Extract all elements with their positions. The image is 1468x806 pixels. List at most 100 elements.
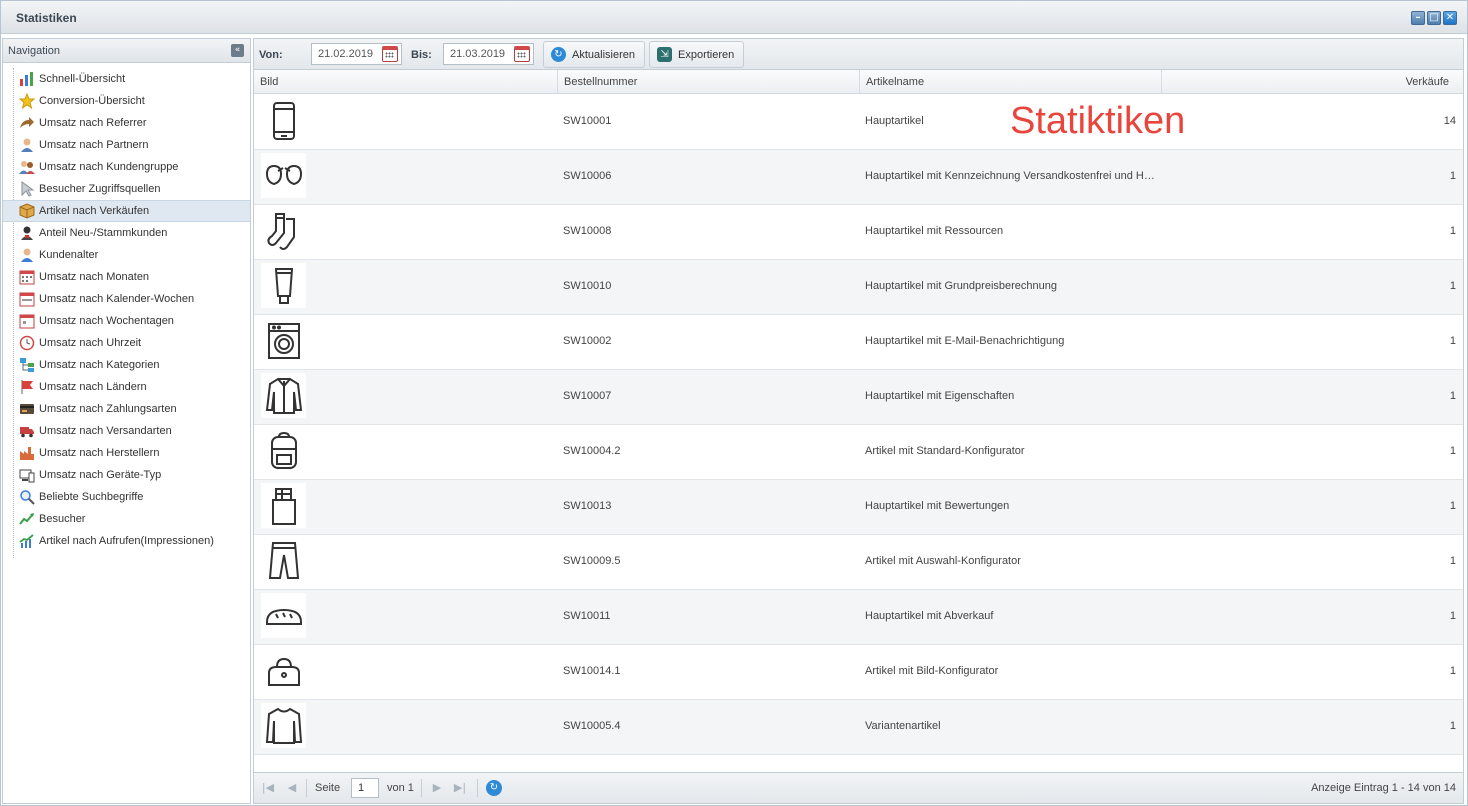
sales-cell: 1: [1449, 500, 1456, 512]
nav-item[interactable]: Umsatz nach Geräte-Typ: [3, 464, 250, 486]
table-row[interactable]: SW10009.5 Artikel mit Auswahl-Konfigurato…: [254, 535, 1463, 590]
minimize-button[interactable]: –: [1411, 11, 1425, 25]
nav-item[interactable]: Artikel nach Verkäufen: [3, 200, 250, 222]
table-row[interactable]: SW10008 Hauptartikel mit Ressourcen 1: [254, 205, 1463, 260]
refresh-button[interactable]: ↻ Aktualisieren: [543, 41, 645, 68]
truck-icon: [19, 423, 35, 439]
column-header-article-name[interactable]: Artikelname: [860, 70, 1162, 94]
statistics-window: Statistiken – □ ✕ Navigation « Schnell-Ü…: [0, 0, 1468, 806]
table-row[interactable]: SW10004.2 Artikel mit Standard-Konfigurat…: [254, 425, 1463, 480]
table-row[interactable]: SW10010 Hauptartikel mit Grundpreisberech…: [254, 260, 1463, 315]
from-date-field[interactable]: [311, 43, 402, 65]
calendar-icon[interactable]: [514, 46, 530, 62]
nav-item[interactable]: Umsatz nach Uhrzeit: [3, 332, 250, 354]
order-number-cell: SW10010: [563, 280, 612, 292]
table-row[interactable]: SW10006 Hauptartikel mit Kennzeichnung Ve…: [254, 150, 1463, 205]
jacket-icon: [261, 373, 306, 418]
table-row[interactable]: SW10014.1 Artikel mit Bild-Konfigurator 1: [254, 645, 1463, 700]
sales-cell: 1: [1449, 335, 1456, 347]
arrow-icon: [19, 115, 35, 131]
credit-card-icon: [19, 401, 35, 417]
nav-item[interactable]: Beliebte Suchbegriffe: [3, 486, 250, 508]
column-header-image[interactable]: Bild: [254, 70, 558, 94]
to-date-input[interactable]: [444, 48, 514, 60]
nav-item[interactable]: Umsatz nach Kategorien: [3, 354, 250, 376]
to-date-field[interactable]: [443, 43, 534, 65]
order-number-cell: SW10011: [563, 610, 611, 622]
nav-item-label: Umsatz nach Geräte-Typ: [39, 469, 162, 481]
table-row[interactable]: [254, 755, 1463, 772]
nav-item[interactable]: Umsatz nach Kalender-Wochen: [3, 288, 250, 310]
maximize-button[interactable]: □: [1427, 11, 1441, 25]
nav-item[interactable]: Besucher: [3, 508, 250, 530]
column-header-sales[interactable]: Verkäufe: [1162, 70, 1463, 94]
clock-icon: [19, 335, 35, 351]
order-number-cell: SW10008: [563, 225, 612, 237]
navigation-tree: Schnell-Übersicht Conversion-Übersicht Ums…: [3, 63, 250, 558]
nav-item[interactable]: Anteil Neu-/Stammkunden: [3, 222, 250, 244]
calendar-icon[interactable]: [382, 46, 398, 62]
last-page-button[interactable]: ▶|: [453, 781, 467, 795]
table-row[interactable]: SW10002 Hauptartikel mit E-Mail-Benachric…: [254, 315, 1463, 370]
main-panel: Von: Bis: ↻ Aktualisieren ⇲ Exportieren …: [253, 38, 1464, 804]
bar-chart-icon: [19, 71, 35, 87]
nav-item[interactable]: Umsatz nach Zahlungsarten: [3, 398, 250, 420]
calendar-day-icon: [19, 313, 35, 329]
close-icon: ✕: [1445, 12, 1455, 23]
order-number-cell: SW10013: [563, 500, 612, 512]
collapse-navigation-button[interactable]: «: [231, 44, 244, 57]
nav-item[interactable]: Umsatz nach Herstellern: [3, 442, 250, 464]
export-button[interactable]: ⇲ Exportieren: [649, 41, 745, 68]
nav-item[interactable]: Umsatz nach Kundengruppe: [3, 156, 250, 178]
close-button[interactable]: ✕: [1443, 11, 1457, 25]
nav-item[interactable]: Umsatz nach Versandarten: [3, 420, 250, 442]
to-label: Bis:: [411, 49, 432, 61]
table-row[interactable]: SW10005.4 Variantenartikel 1: [254, 700, 1463, 755]
nav-item[interactable]: Schnell-Übersicht: [3, 68, 250, 90]
nav-item[interactable]: Umsatz nach Monaten: [3, 266, 250, 288]
sales-cell: 14: [1443, 115, 1456, 127]
sales-cell: 1: [1449, 280, 1456, 292]
article-name-cell: Artikel mit Standard-Konfigurator: [865, 445, 1025, 457]
devices-icon: [19, 467, 35, 483]
sales-cell: 1: [1449, 445, 1456, 457]
article-name-cell: Artikel mit Bild-Konfigurator: [865, 665, 999, 677]
nav-item-label: Umsatz nach Versandarten: [39, 425, 172, 437]
table-row[interactable]: SW10001 Hauptartikel 14: [254, 95, 1463, 150]
table-row[interactable]: SW10011 Hauptartikel mit Abverkauf 1: [254, 590, 1463, 645]
nav-item-label: Anteil Neu-/Stammkunden: [39, 227, 168, 239]
reload-icon[interactable]: ↻: [486, 780, 502, 796]
order-number-cell: SW10009.5: [563, 555, 621, 567]
nav-item[interactable]: Conversion-Übersicht: [3, 90, 250, 112]
phone-icon: [261, 98, 306, 143]
tree-icon: [19, 357, 35, 373]
order-number-cell: SW10007: [563, 390, 612, 402]
washing-machine-icon: [261, 318, 306, 363]
window-titlebar[interactable]: Statistiken – □ ✕: [1, 1, 1467, 34]
nav-item[interactable]: Besucher Zugriffsquellen: [3, 178, 250, 200]
bread-icon: [261, 593, 306, 638]
nav-item[interactable]: Umsatz nach Wochentagen: [3, 310, 250, 332]
nav-item-label: Umsatz nach Zahlungsarten: [39, 403, 177, 415]
column-header-order-number[interactable]: Bestellnummer: [558, 70, 860, 94]
export-icon: ⇲: [657, 47, 672, 62]
page-number-input[interactable]: [351, 778, 379, 798]
table-row[interactable]: SW10007 Hauptartikel mit Eigenschaften 1: [254, 370, 1463, 425]
chocolate-icon: [261, 483, 306, 528]
socks-icon: [261, 208, 306, 253]
first-page-button[interactable]: |◀: [261, 781, 275, 795]
separator: [306, 779, 307, 797]
refresh-icon: ↻: [551, 47, 566, 62]
nav-item[interactable]: Artikel nach Aufrufen(Impressionen): [3, 530, 250, 552]
nav-item[interactable]: Kundenalter: [3, 244, 250, 266]
nav-item[interactable]: Umsatz nach Partnern: [3, 134, 250, 156]
next-page-button[interactable]: ▶: [430, 781, 444, 795]
window-title: Statistiken: [16, 11, 77, 25]
from-date-input[interactable]: [312, 48, 382, 60]
sales-cell: 1: [1449, 720, 1456, 732]
nav-item[interactable]: Umsatz nach Ländern: [3, 376, 250, 398]
grid-header: Bild Bestellnummer Artikelname Verkäufe: [254, 70, 1463, 94]
nav-item[interactable]: Umsatz nach Referrer: [3, 112, 250, 134]
table-row[interactable]: SW10013 Hauptartikel mit Bewertungen 1: [254, 480, 1463, 535]
previous-page-button[interactable]: ◀: [285, 781, 299, 795]
